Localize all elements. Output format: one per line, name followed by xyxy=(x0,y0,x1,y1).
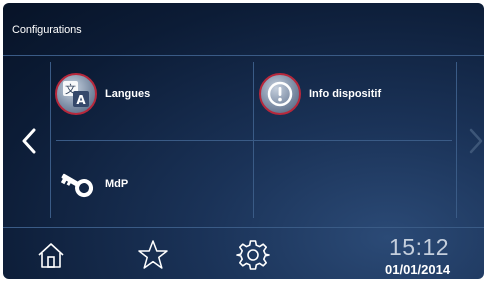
chevron-right-icon xyxy=(469,128,483,154)
grid-divider-horizontal xyxy=(56,140,452,141)
previous-page-button[interactable] xyxy=(19,123,39,159)
tile-langues[interactable]: 文 A Langues xyxy=(55,73,150,115)
clock-time: 15:12 xyxy=(389,234,450,260)
chevron-left-icon xyxy=(22,128,36,154)
next-page-button[interactable] xyxy=(466,123,484,159)
home-icon xyxy=(38,243,64,268)
home-button[interactable] xyxy=(33,237,69,273)
page-title: Configurations xyxy=(12,24,82,36)
tile-info-dispositif[interactable]: Info dispositif xyxy=(259,73,381,115)
svg-text:A: A xyxy=(76,93,86,107)
grid-divider-left xyxy=(50,62,51,218)
tile-label-langues: Langues xyxy=(105,88,151,100)
star-icon xyxy=(138,240,168,269)
tile-mdp[interactable]: MdP xyxy=(55,163,128,205)
clock-date: 01/01/2014 xyxy=(385,262,451,277)
language-icon: 文 A xyxy=(55,73,97,115)
key-icon xyxy=(55,163,97,205)
header: Configurations xyxy=(3,3,484,55)
header-divider xyxy=(3,55,484,56)
tile-label-mdp: MdP xyxy=(105,178,129,190)
settings-button[interactable] xyxy=(235,237,271,273)
info-icon xyxy=(259,73,301,115)
tile-label-info-dispositif: Info dispositif xyxy=(309,88,382,100)
screen: Configurations 文 A Langues Info disposit… xyxy=(3,3,484,279)
favorites-button[interactable] xyxy=(135,237,171,273)
gear-icon xyxy=(236,240,270,270)
footer-divider xyxy=(3,227,484,228)
grid-divider-right xyxy=(456,62,457,218)
